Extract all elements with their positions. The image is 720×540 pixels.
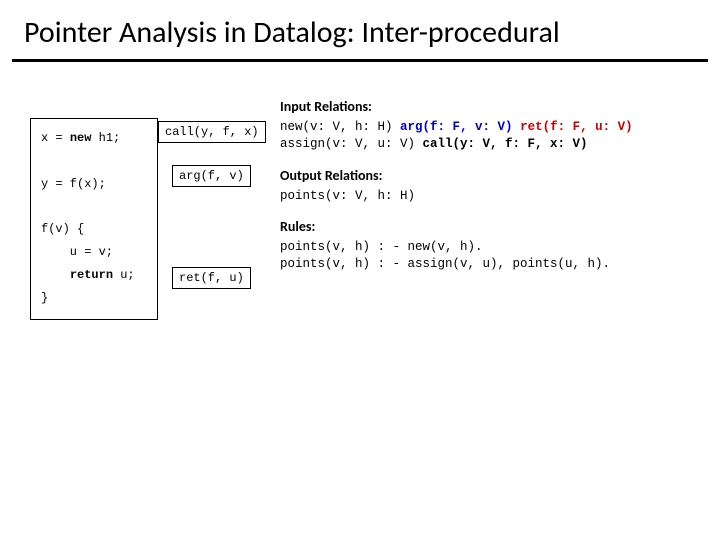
- code-line-1b: h1;: [91, 131, 120, 145]
- code-kw-return: return: [70, 268, 113, 282]
- input-relations-head: Input Relations:: [280, 98, 698, 117]
- input-sp: [513, 120, 521, 134]
- rule-1: points(v, h) : - new(v, h).: [280, 239, 698, 256]
- output-relations-line1: points(v: V, h: H): [280, 188, 698, 205]
- content-area: x = new h1; y = f(x); f(v) { u = v; retu…: [0, 62, 720, 110]
- input-relations-line2: assign(v: V, u: V) call(y: V, f: F, x: V…: [280, 136, 698, 153]
- input-relations-line1: new(v: V, h: H) arg(f: F, v: V) ret(f: F…: [280, 119, 698, 136]
- code-block: x = new h1; y = f(x); f(v) { u = v; retu…: [30, 118, 158, 320]
- code-line-5b: u;: [113, 268, 135, 282]
- input-arg: arg(f: F, v: V): [400, 120, 513, 134]
- input-assign: assign(v: V, u: V): [280, 137, 423, 151]
- input-ret: ret(f: F, u: V): [520, 120, 633, 134]
- label-ret: ret(f, u): [172, 267, 251, 289]
- rules-head: Rules:: [280, 218, 698, 237]
- page-title: Pointer Analysis in Datalog: Inter-proce…: [0, 0, 720, 59]
- code-line-2: y = f(x);: [41, 177, 106, 191]
- right-panel: Input Relations: new(v: V, h: H) arg(f: …: [280, 98, 698, 273]
- code-kw-new: new: [70, 131, 92, 145]
- code-line-6: }: [41, 291, 48, 305]
- output-relations-head: Output Relations:: [280, 167, 698, 186]
- code-line-4: u = v;: [41, 245, 113, 259]
- code-line-1a: x =: [41, 131, 70, 145]
- rule-2: points(v, h) : - assign(v, u), points(u,…: [280, 256, 698, 273]
- input-call: call(y: V, f: F, x: V): [423, 137, 588, 151]
- code-line-3: f(v) {: [41, 222, 84, 236]
- label-arg: arg(f, v): [172, 165, 251, 187]
- code-line-5a: [41, 268, 70, 282]
- input-new: new(v: V, h: H): [280, 120, 400, 134]
- label-call: call(y, f, x): [158, 121, 266, 143]
